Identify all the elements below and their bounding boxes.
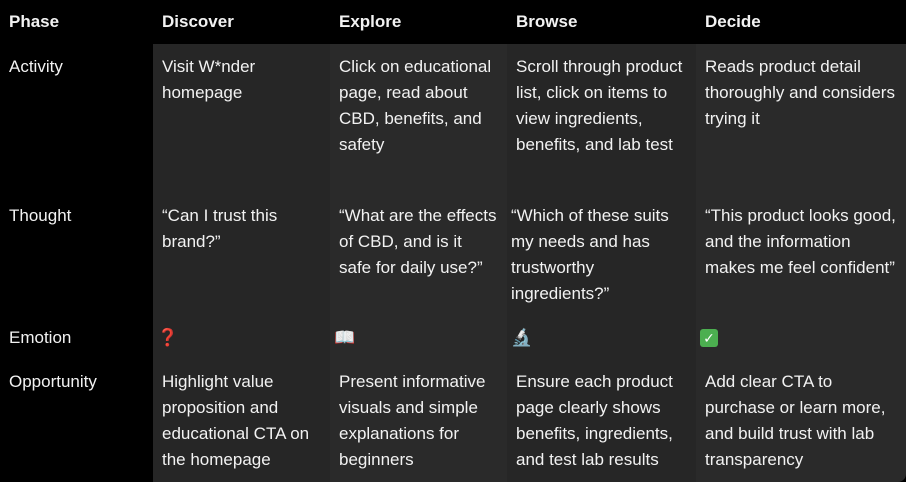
opportunity-browse: Ensure each product page clearly shows b… <box>507 359 696 482</box>
table-row: Opportunity Highlight value proposition … <box>0 359 906 482</box>
emotion-browse: 🔬 <box>507 315 696 359</box>
activity-discover: Visit W*nder homepage <box>153 44 330 193</box>
check-mark-icon: ✓ <box>700 328 718 347</box>
emotion-discover: ❓ <box>153 315 330 359</box>
header-discover: Discover <box>153 0 330 44</box>
header-explore: Explore <box>330 0 507 44</box>
microscope-icon: 🔬 <box>511 328 533 347</box>
journey-table: Phase Discover Explore Browse Decide Act… <box>0 0 906 482</box>
thought-browse: “Which of these suits my needs and has t… <box>507 193 696 315</box>
activity-decide: Reads product detail thoroughly and cons… <box>696 44 906 193</box>
table-row: Thought “Can I trust this brand?” “What … <box>0 193 906 315</box>
opportunity-decide: Add clear CTA to purchase or learn more,… <box>696 359 906 482</box>
row-label-opportunity: Opportunity <box>0 359 153 482</box>
activity-browse: Scroll through product list, click on it… <box>507 44 696 193</box>
opportunity-discover: Highlight value proposition and educatio… <box>153 359 330 482</box>
thought-discover: “Can I trust this brand?” <box>153 193 330 315</box>
row-label-activity: Activity <box>0 44 153 193</box>
activity-explore: Click on educational page, read about CB… <box>330 44 507 193</box>
header-decide: Decide <box>696 0 906 44</box>
thought-explore: “What are the effects of CBD, and is it … <box>330 193 507 315</box>
emotion-decide: ✓ <box>696 315 906 359</box>
row-label-emotion: Emotion <box>0 315 153 359</box>
emotion-explore: 📖 <box>330 315 507 359</box>
header-phase: Phase <box>0 0 153 44</box>
row-label-thought: Thought <box>0 193 153 315</box>
header-row: Phase Discover Explore Browse Decide <box>0 0 906 44</box>
open-book-icon: 📖 <box>334 328 356 347</box>
thought-decide: “This product looks good, and the inform… <box>696 193 906 315</box>
table-row: Emotion ❓ 📖 🔬 ✓ <box>0 315 906 359</box>
table-row: Activity Visit W*nder homepage Click on … <box>0 44 906 193</box>
opportunity-explore: Present informative visuals and simple e… <box>330 359 507 482</box>
header-browse: Browse <box>507 0 696 44</box>
question-mark-icon: ❓ <box>157 328 179 347</box>
journey-map: Phase Discover Explore Browse Decide Act… <box>0 0 906 482</box>
